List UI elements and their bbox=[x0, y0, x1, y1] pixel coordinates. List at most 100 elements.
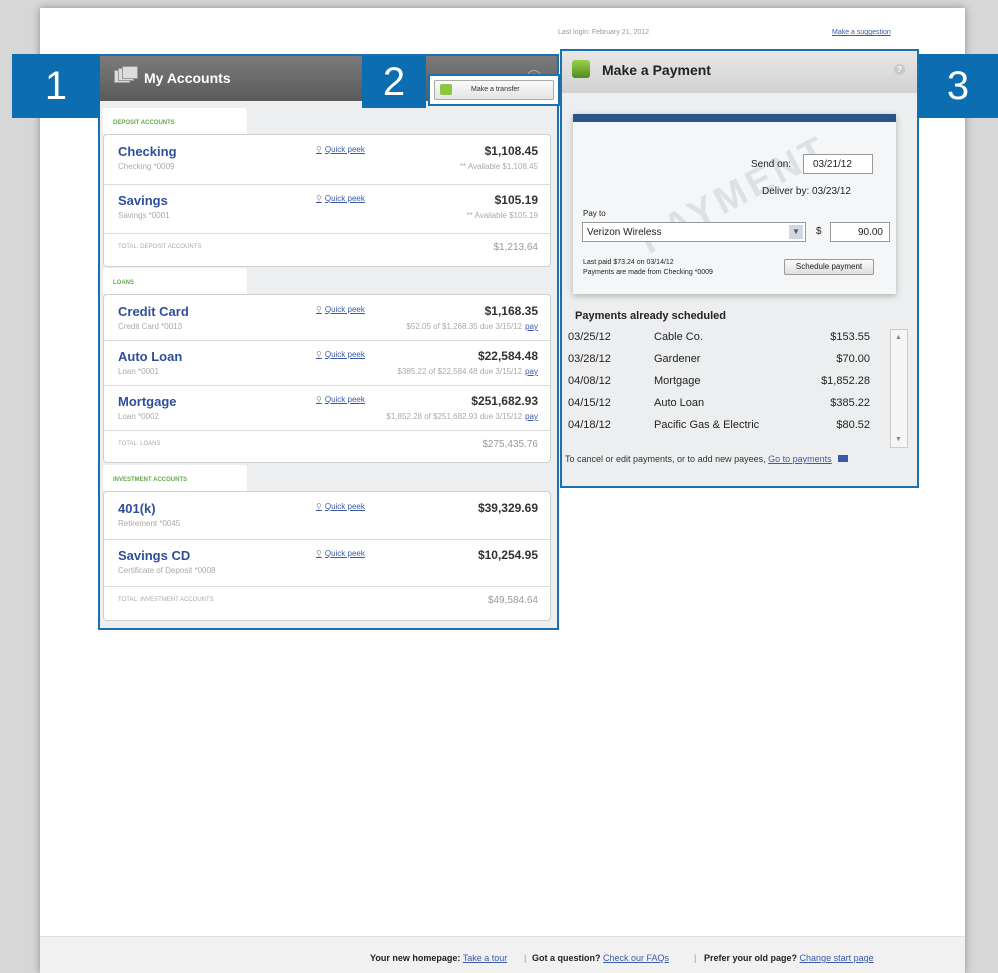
quick-peek-link[interactable]: ⚲ Quick peek bbox=[316, 502, 365, 511]
scheduled-amount: $80.52 bbox=[836, 419, 870, 431]
total-row: TOTAL: INVESTMENT ACCOUNTS $49,584.64 bbox=[104, 586, 550, 620]
deposit-accounts-card: Checking Checking *0009 ⚲ Quick peek $1,1… bbox=[103, 134, 551, 267]
deliver-by-text: Deliver by: 03/23/12 bbox=[762, 186, 851, 197]
due-text: $1,852.28 of $251,682.93 due 3/15/12 bbox=[386, 412, 523, 421]
account-row[interactable]: 401(k) Retirement *0045 ⚲ Quick peek $39,… bbox=[104, 492, 550, 540]
go-to-payments-link[interactable]: Go to payments bbox=[768, 454, 832, 464]
scheduled-payment-row[interactable]: 03/25/12 Cable Co. $153.55 bbox=[564, 327, 884, 348]
total-value: $49,584.64 bbox=[487, 595, 538, 606]
make-transfer-button[interactable]: Make a transfer bbox=[434, 80, 554, 100]
payee-select[interactable]: Verizon Wireless ▼ bbox=[582, 222, 806, 242]
due-text: $385.22 of $22,584.48 due 3/15/12 bbox=[397, 367, 523, 376]
account-number: Checking *0009 bbox=[118, 162, 175, 171]
account-balance: $39,329.69 bbox=[477, 501, 538, 515]
scheduled-date: 04/18/12 bbox=[568, 419, 611, 431]
account-row[interactable]: Credit Card Credit Card *0013 ⚲ Quick pee… bbox=[104, 295, 550, 341]
investment-accounts-tab[interactable]: INVESTMENT ACCOUNTS bbox=[103, 465, 247, 491]
deposit-accounts-tab[interactable]: DEPOSIT ACCOUNTS bbox=[103, 108, 247, 134]
make-payment-title: Make a Payment bbox=[602, 62, 711, 78]
send-on-field[interactable]: 03/21/12 bbox=[803, 154, 873, 174]
faq-link[interactable]: Check our FAQs bbox=[603, 953, 669, 963]
due-text: $52.05 of $1,268.35 due 3/15/12 bbox=[406, 322, 523, 331]
scheduled-amount: $385.22 bbox=[830, 397, 870, 409]
amount-field[interactable]: 90.00 bbox=[830, 222, 890, 242]
magnifier-icon: ⚲ bbox=[316, 145, 322, 154]
scheduled-amount: $153.55 bbox=[830, 331, 870, 343]
total-row: TOTAL: LOANS $275,435.76 bbox=[104, 430, 550, 462]
footer-separator: | bbox=[694, 953, 697, 963]
scheduled-payment-row[interactable]: 03/28/12 Gardener $70.00 bbox=[564, 349, 884, 370]
account-name[interactable]: Auto Loan bbox=[118, 349, 182, 364]
account-name[interactable]: Savings bbox=[118, 193, 168, 208]
scheduled-scrollbar[interactable]: ▲ ▼ bbox=[890, 329, 908, 448]
magnifier-icon: ⚲ bbox=[316, 502, 322, 511]
account-balance: $251,682.93 bbox=[471, 394, 538, 408]
pay-link[interactable]: pay bbox=[525, 412, 538, 421]
change-start-link[interactable]: Change start page bbox=[800, 953, 874, 963]
scheduled-amount: $70.00 bbox=[836, 353, 870, 365]
account-name[interactable]: Mortgage bbox=[118, 394, 177, 409]
account-row[interactable]: Checking Checking *0009 ⚲ Quick peek $1,1… bbox=[104, 135, 550, 185]
account-row[interactable]: Savings CD Certificate of Deposit *0008 … bbox=[104, 539, 550, 587]
chevron-down-icon[interactable]: ▼ bbox=[789, 225, 803, 239]
last-paid-text: Last paid $73.24 on 03/14/12 bbox=[583, 259, 674, 266]
footer-tour: Your new homepage: Take a tour bbox=[370, 953, 507, 963]
quick-peek-label: Quick peek bbox=[324, 145, 365, 154]
account-number: Loan *0001 bbox=[118, 367, 159, 376]
callout-1: 1 bbox=[12, 54, 100, 118]
arrow-icon[interactable] bbox=[838, 455, 849, 462]
account-name[interactable]: Checking bbox=[118, 144, 177, 159]
magnifier-icon: ⚲ bbox=[316, 305, 322, 314]
help-icon[interactable]: ? bbox=[894, 64, 905, 75]
pay-link[interactable]: pay bbox=[525, 322, 538, 331]
scroll-down-icon[interactable]: ▼ bbox=[895, 436, 902, 443]
quick-peek-label: Quick peek bbox=[324, 549, 365, 558]
scheduled-amount: $1,852.28 bbox=[821, 375, 870, 387]
total-row: TOTAL: DEPOSIT ACCOUNTS $1,213.64 bbox=[104, 233, 550, 266]
make-transfer-label: Make a transfer bbox=[471, 86, 520, 93]
account-name[interactable]: Credit Card bbox=[118, 304, 189, 319]
homepage-label: Your new homepage: bbox=[370, 953, 461, 963]
account-number: Savings *0001 bbox=[118, 211, 170, 220]
due-note: $1,852.28 of $251,682.93 due 3/15/12 pay bbox=[386, 412, 538, 421]
magnifier-icon: ⚲ bbox=[316, 549, 322, 558]
make-payment-header: Make a Payment ? bbox=[562, 51, 917, 93]
quick-peek-label: Quick peek bbox=[324, 502, 365, 511]
pay-link[interactable]: pay bbox=[525, 367, 538, 376]
magnifier-icon: ⚲ bbox=[316, 395, 322, 404]
quick-peek-link[interactable]: ⚲ Quick peek bbox=[316, 305, 365, 314]
magnifier-icon: ⚲ bbox=[316, 350, 322, 359]
account-balance: $1,108.45 bbox=[484, 144, 538, 158]
quick-peek-link[interactable]: ⚲ Quick peek bbox=[316, 350, 365, 359]
account-name[interactable]: 401(k) bbox=[118, 501, 156, 516]
quick-peek-link[interactable]: ⚲ Quick peek bbox=[316, 395, 365, 404]
currency-symbol: $ bbox=[816, 226, 822, 237]
due-note: $385.22 of $22,584.48 due 3/15/12 pay bbox=[398, 367, 538, 376]
schedule-payment-button[interactable]: Schedule payment bbox=[784, 259, 874, 275]
account-row[interactable]: Savings Savings *0001 ⚲ Quick peek $105.1… bbox=[104, 184, 550, 234]
loans-tab[interactable]: LOANS bbox=[103, 268, 247, 294]
total-value: $1,213.64 bbox=[493, 242, 539, 253]
scheduled-payment-row[interactable]: 04/15/12 Auto Loan $385.22 bbox=[564, 393, 884, 414]
quick-peek-link[interactable]: ⚲ Quick peek bbox=[316, 194, 365, 203]
take-tour-link[interactable]: Take a tour bbox=[463, 953, 508, 963]
make-payment-panel: Make a Payment ? PAYMENT Send on: 03/21/… bbox=[560, 49, 919, 488]
transfer-icon bbox=[440, 84, 452, 95]
scroll-up-icon[interactable]: ▲ bbox=[895, 334, 902, 341]
account-name[interactable]: Savings CD bbox=[118, 548, 190, 563]
account-row[interactable]: Mortgage Loan *0002 ⚲ Quick peek $251,682… bbox=[104, 385, 550, 431]
quick-peek-link[interactable]: ⚲ Quick peek bbox=[316, 549, 365, 558]
account-number: Certificate of Deposit *0008 bbox=[118, 566, 216, 575]
account-balance: $105.19 bbox=[494, 193, 538, 207]
make-suggestion-link[interactable]: Make a suggestion bbox=[832, 29, 891, 36]
scheduled-payment-row[interactable]: 04/08/12 Mortgage $1,852.28 bbox=[564, 371, 884, 392]
account-row[interactable]: Auto Loan Loan *0001 ⚲ Quick peek $22,584… bbox=[104, 340, 550, 386]
scheduled-payment-row[interactable]: 04/18/12 Pacific Gas & Electric $80.52 bbox=[564, 415, 884, 436]
scheduled-payee: Mortgage bbox=[654, 375, 701, 387]
quick-peek-link[interactable]: ⚲ Quick peek bbox=[316, 145, 365, 154]
payment-cheque: PAYMENT Send on: 03/21/12 Deliver by: 03… bbox=[573, 114, 896, 294]
question-label: Got a question? bbox=[532, 953, 601, 963]
due-note: $52.05 of $1,268.35 due 3/15/12 pay bbox=[406, 322, 538, 331]
quick-peek-label: Quick peek bbox=[324, 350, 365, 359]
total-label: TOTAL: INVESTMENT ACCOUNTS bbox=[118, 597, 214, 603]
